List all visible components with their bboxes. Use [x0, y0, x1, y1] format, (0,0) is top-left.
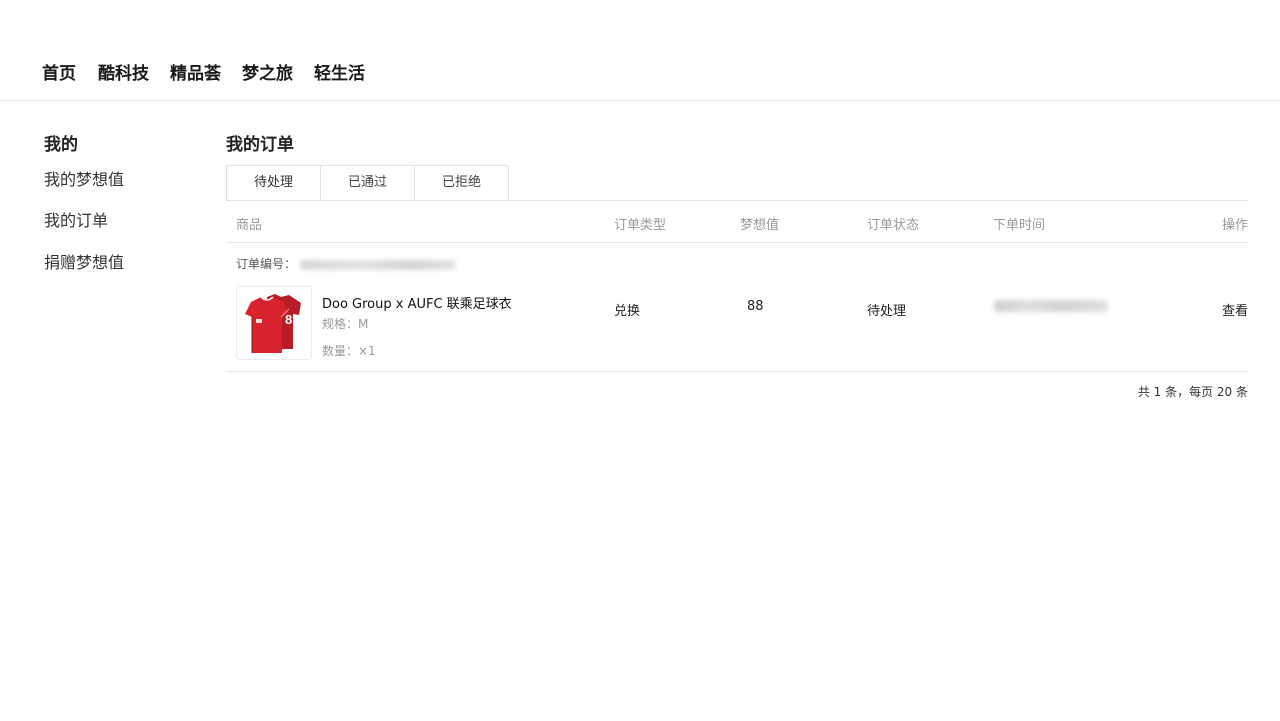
order-number-value-redacted — [300, 259, 456, 270]
nav-item-boutique[interactable]: 精品荟 — [170, 60, 221, 88]
view-order-link[interactable]: 查看 — [1222, 300, 1248, 319]
sidebar-title: 我的 — [44, 135, 78, 155]
order-status: 待处理 — [867, 304, 907, 319]
table-header: 商品 订单类型 梦想值 订单状态 下单时间 操作 — [226, 201, 1248, 243]
order-points: 88 — [747, 299, 764, 314]
nav-item-dream-travel[interactable]: 梦之旅 — [242, 60, 293, 88]
sidebar-item-my-dream-points[interactable]: 我的梦想值 — [44, 166, 124, 190]
top-nav: 首页 酷科技 精品荟 梦之旅 轻生活 — [0, 0, 1280, 101]
jersey-icon: 8 — [245, 294, 301, 353]
pagination-summary: 共 1 条，每页 20 条 — [1137, 385, 1248, 399]
column-header-order-type: 订单类型 — [614, 218, 667, 233]
row-divider — [226, 371, 1248, 372]
column-header-dream-points: 梦想值 — [740, 218, 780, 233]
tab-approved[interactable]: 已通过 — [320, 165, 415, 201]
product-name[interactable]: Doo Group x AUFC 联乘足球衣 — [322, 293, 512, 312]
tab-rejected[interactable]: 已拒绝 — [414, 165, 509, 201]
nav-item-home[interactable]: 首页 — [42, 60, 76, 88]
order-time-redacted — [994, 300, 1108, 312]
order-tabs: 待处理 已通过 已拒绝 — [226, 165, 1248, 201]
sidebar-item-donate-dream-points[interactable]: 捐赠梦想值 — [44, 249, 124, 273]
jersey-number: 8 — [285, 312, 292, 327]
tab-pending[interactable]: 待处理 — [226, 165, 321, 201]
order-type: 兑换 — [614, 304, 641, 319]
nav-item-light-life[interactable]: 轻生活 — [314, 60, 365, 88]
product-image[interactable]: 8 — [236, 286, 312, 360]
product-spec: 规格：M — [322, 317, 369, 331]
order-number: 订单编号： — [236, 255, 456, 272]
order-number-label: 订单编号： — [236, 257, 297, 271]
page-title: 我的订单 — [226, 135, 294, 155]
column-header-order-status: 订单状态 — [867, 218, 920, 233]
column-header-actions: 操作 — [1221, 218, 1248, 233]
column-header-product: 商品 — [236, 218, 263, 233]
sidebar-item-my-orders[interactable]: 我的订单 — [44, 207, 108, 231]
nav-item-cool-tech[interactable]: 酷科技 — [98, 60, 149, 88]
product-quantity: 数量：×1 — [322, 344, 376, 358]
column-header-order-time: 下单时间 — [993, 218, 1046, 233]
